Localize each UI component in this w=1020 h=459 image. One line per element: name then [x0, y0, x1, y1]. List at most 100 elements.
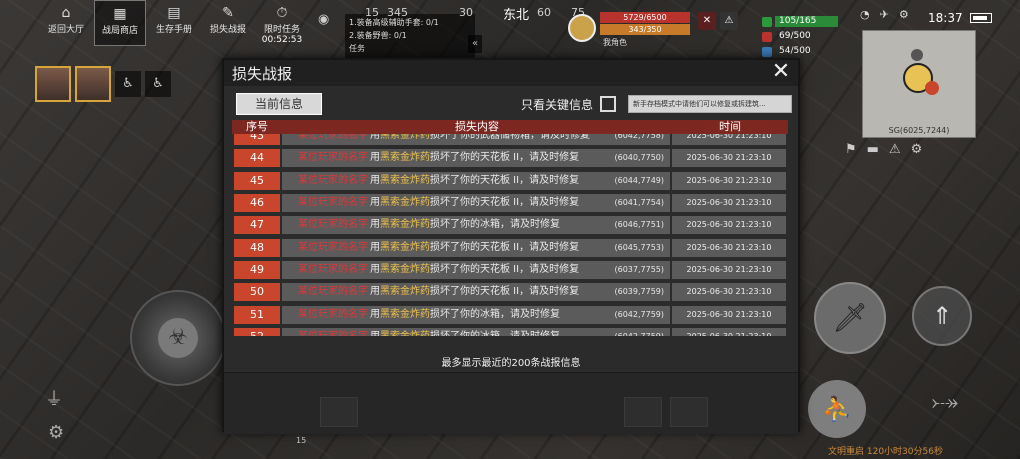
jump-button[interactable]: ⇑ [912, 286, 972, 346]
party-avatar[interactable] [75, 66, 111, 102]
loss-position: (6042,7759) [614, 309, 664, 319]
book-icon: ▤ [167, 5, 181, 21]
row-content: 某位玩家的名字 用 黑索金炸药 损坏了你的天花板 II，请及时修复 (6040,… [282, 149, 670, 168]
minimap[interactable]: SG(6025,7244) [862, 30, 976, 138]
close-icon[interactable]: ✕ [770, 61, 792, 83]
row-number: 43 [234, 134, 280, 146]
vehicle-icon[interactable]: ▬ [867, 142, 879, 157]
attacker-name: 某位玩家的名字 [298, 134, 368, 142]
melee-attack-button[interactable]: 🗡 [814, 282, 886, 354]
player-name: 我角色 [603, 38, 627, 47]
weapon-name: 黑索金炸药 [380, 219, 430, 231]
row-time: 2025-06-30 21:23:10 [672, 149, 786, 168]
table-row: 49 某位玩家的名字 用 黑索金炸药 损坏了你的天花板 II，请及时修复 (60… [232, 259, 788, 281]
task-item: 2.装备野兽: 0/1 [349, 31, 407, 40]
tasks-collapse-button[interactable]: « [468, 35, 482, 53]
prone-button[interactable]: ⤐ [910, 390, 980, 430]
flag-icon[interactable]: ⚑ [845, 142, 857, 157]
tab-current-info[interactable]: 当前信息 [236, 93, 322, 115]
joystick[interactable]: ☣ [130, 290, 226, 386]
attacker-name: 某位玩家的名字 [298, 152, 368, 164]
water-icon [762, 46, 772, 57]
attacker-name: 某位玩家的名字 [298, 286, 368, 298]
key-info-checkbox[interactable] [600, 96, 616, 112]
timed-task-label: 限时任务 [263, 25, 300, 35]
table-row: 48 某位玩家的名字 用 黑索金炸药 损坏了你的天花板 II，请及时修复 (60… [232, 236, 788, 258]
return-lobby-button[interactable]: ⌂ 返回大厅 [40, 0, 92, 46]
hotbar-slot[interactable] [320, 397, 358, 427]
survival-stats: 105/165 69/500 54/500 [762, 14, 838, 59]
timed-task-button[interactable]: ⏱ 限时任务 00:52:53 [256, 0, 308, 46]
ammo-count: 15 [296, 436, 307, 445]
report-icon: ✎ [222, 5, 234, 21]
loss-report-button[interactable]: ✎ 损失战报 [202, 0, 254, 46]
hotbar-slot[interactable] [670, 397, 708, 427]
used-word: 用 [370, 174, 380, 186]
loss-position: (6040,7750) [614, 153, 664, 163]
weapon-name: 黑索金炸药 [380, 308, 430, 320]
row-content: 某位玩家的名字 用 黑索金炸药 损坏了你的天花板 II，请及时修复 (6041,… [282, 194, 670, 213]
loss-position: (6045,7753) [614, 242, 664, 252]
gear-icon[interactable]: ⚙ [911, 142, 923, 157]
row-content: 某位玩家的名字 用 黑索金炸药 损坏了你的冰箱，请及时修复 (6042,7759… [282, 305, 670, 324]
party-avatar[interactable] [35, 66, 71, 102]
signal-icon: ✈ [879, 8, 889, 21]
shop-icon: ▦ [113, 6, 127, 22]
used-word: 用 [370, 286, 380, 298]
player-avatar[interactable] [568, 14, 596, 42]
compass-mark: 60 [537, 6, 551, 19]
table-row: 52 某位玩家的名字 用 黑索金炸药 损坏了你的冰箱，请及时修复 (6042,7… [232, 326, 788, 336]
hp-bar: 5729/6500 [600, 12, 690, 23]
row-number: 46 [234, 194, 280, 213]
loss-position: (6042,7758) [614, 134, 664, 141]
task-item: 任务 [349, 44, 365, 53]
weapon-name: 黑索金炸药 [380, 152, 430, 164]
camera-icon[interactable]: ◉ [318, 12, 329, 27]
report-table[interactable]: 43 某位玩家的名字 用 黑索金炸药 损坏了你的武器储物箱，请及时修复 (604… [232, 134, 788, 336]
battle-shop-button[interactable]: ▦ 战局商店 [94, 0, 146, 46]
loss-position: (6044,7749) [614, 175, 664, 185]
column-header-no: 序号 [246, 120, 268, 133]
alert-icon[interactable]: ⚠ [889, 142, 901, 157]
row-number: 49 [234, 260, 280, 279]
tip-bar: 新手存档模式中请他们可以修复或拆建筑... [628, 95, 792, 113]
table-row: 51 某位玩家的名字 用 黑索金炸药 损坏了你的冰箱，请及时修复 (6042,7… [232, 303, 788, 325]
survival-manual-button[interactable]: ▤ 生存手册 [148, 0, 200, 46]
battle-shop-label: 战局商店 [101, 26, 138, 36]
enemy-marker-icon [925, 81, 939, 95]
dialog-footer-note: 最多显示最近的200条战报信息 [441, 358, 581, 369]
row-content: 某位玩家的名字 用 黑索金炸药 损坏了你的武器储物箱，请及时修复 (6042,7… [282, 134, 670, 146]
row-time: 2025-06-30 21:23:10 [672, 216, 786, 235]
loss-position: (6046,7751) [614, 220, 664, 230]
whistle-icon[interactable]: ⏚ [45, 385, 63, 411]
attacker-name: 某位玩家的名字 [282, 328, 370, 336]
row-number: 51 [234, 305, 280, 324]
settings-icon[interactable]: ⚙ [899, 8, 909, 21]
used-word: 用 [370, 219, 380, 231]
row-content: 某位玩家的名字 用 黑索金炸药 损坏了你的冰箱，请及时修复 (6046,7751… [282, 216, 670, 235]
bleed-icon: ✕ [698, 12, 716, 30]
row-content: 某位玩家的名字 用 黑索金炸药 损坏了你的冰箱，请及时修复 (6042,7759… [282, 327, 670, 336]
player-bars: 5729/6500 343/350 [600, 12, 690, 36]
timed-task-countdown: 00:52:53 [261, 35, 303, 45]
hotbar-slot[interactable] [624, 397, 662, 427]
table-row: 46 某位玩家的名字 用 黑索金炸药 损坏了你的天花板 II，请及时修复 (60… [232, 192, 788, 214]
crouch-button[interactable]: ⛹ [808, 380, 866, 438]
row-number: 44 [234, 149, 280, 168]
empty-party-slot-icon[interactable]: ♿ [145, 71, 171, 97]
row-number: 48 [234, 238, 280, 257]
used-word: 用 [370, 152, 380, 164]
used-word: 用 [370, 328, 380, 336]
row-time: 2025-06-30 21:23:10 [672, 171, 786, 190]
loss-text: 损坏了你的天花板 II，请及时修复 [430, 286, 580, 298]
weapon-name: 黑索金炸药 [380, 328, 430, 336]
used-word: 用 [370, 197, 380, 209]
dialog-title: 损失战报 [232, 65, 293, 83]
loss-text: 损坏了你的冰箱，请及时修复 [430, 219, 560, 231]
compass-mark: 15 [365, 6, 379, 19]
settings-gear-icon[interactable]: ⚙ [48, 422, 64, 443]
empty-party-slot-icon[interactable]: ♿ [115, 71, 141, 97]
row-content: 某位玩家的名字 用 黑索金炸药 损坏了你的天花板 II，请及时修复 (6045,… [282, 238, 670, 257]
weapon-name: 黑索金炸药 [380, 134, 430, 142]
weapon-name: 黑索金炸药 [380, 263, 430, 275]
